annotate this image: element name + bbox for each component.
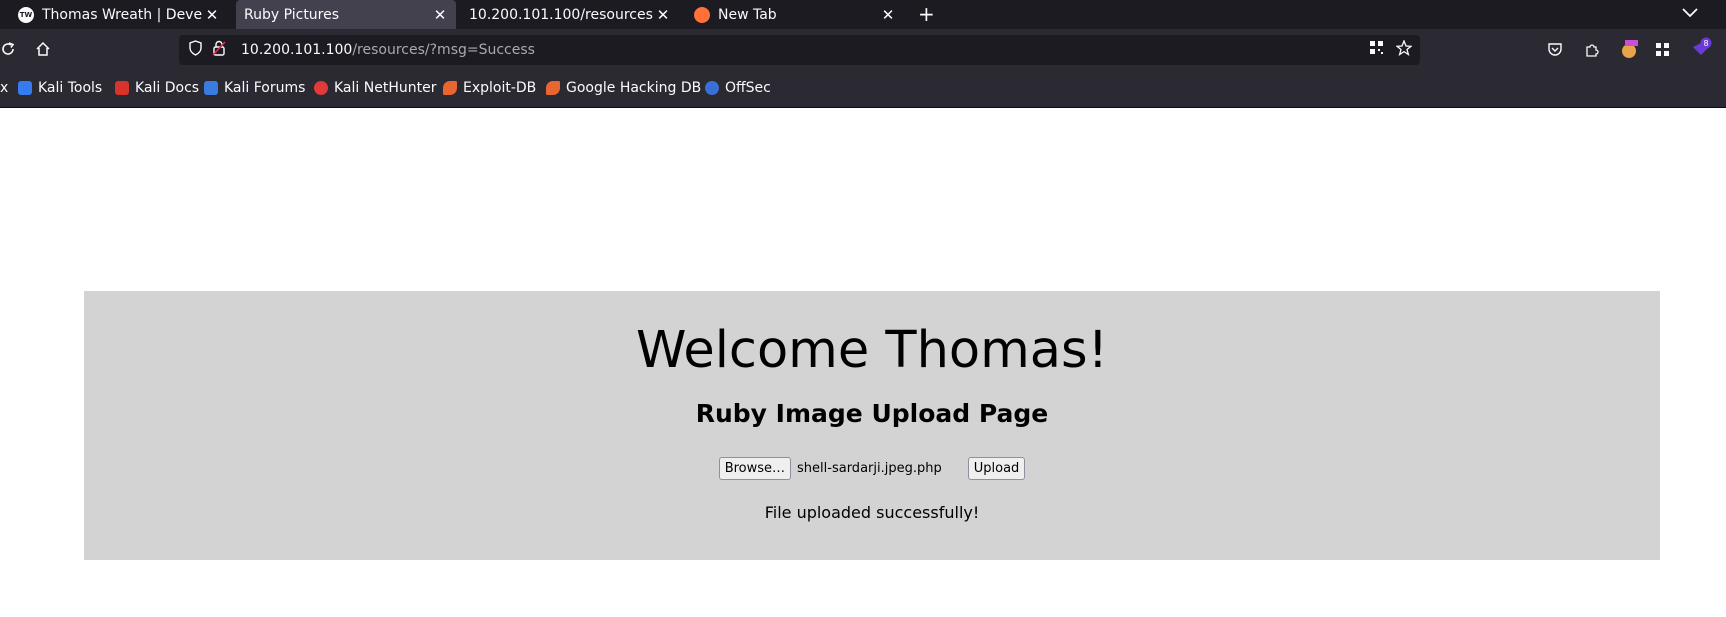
extension-badge-icon[interactable]: 8 bbox=[1689, 37, 1713, 59]
url-text[interactable]: 10.200.101.100/resources/?msg=Success bbox=[241, 42, 535, 58]
bookmarks-toolbar: x Kali Tools Kali Docs Kali Forums Kali … bbox=[0, 71, 1726, 108]
url-path: /resources/?msg=Success bbox=[352, 42, 535, 58]
bookmark-kali-nethunter[interactable]: Kali NetHunter bbox=[314, 80, 436, 96]
close-tab-icon[interactable]: ✕ bbox=[653, 6, 673, 24]
upload-button[interactable]: Upload bbox=[967, 457, 1026, 480]
tab-title: New Tab bbox=[718, 6, 777, 23]
offsec-icon bbox=[705, 81, 719, 95]
page-title: Welcome Thomas! bbox=[635, 321, 1109, 380]
bookmark-label: Kali NetHunter bbox=[334, 80, 437, 96]
bookmark-google-hacking-db[interactable]: Google Hacking DB bbox=[546, 80, 701, 96]
bookmark-star-icon[interactable] bbox=[1395, 39, 1413, 60]
page-subtitle: Ruby Image Upload Page bbox=[695, 399, 1049, 428]
tab-strip: TW Thomas Wreath | Develop ✕ Ruby Pictur… bbox=[0, 0, 1726, 29]
browse-button[interactable]: Browse… bbox=[718, 457, 792, 480]
new-tab-plus-icon[interactable]: + bbox=[918, 2, 935, 26]
pocket-icon[interactable] bbox=[1547, 42, 1563, 57]
bookmark-label: Kali Forums bbox=[224, 80, 306, 96]
bookmark-offsec[interactable]: OffSec bbox=[705, 80, 771, 96]
close-tab-icon[interactable]: ✕ bbox=[430, 6, 450, 24]
bookmark-label: Google Hacking DB bbox=[566, 80, 702, 96]
list-all-tabs-chevron-icon[interactable] bbox=[1682, 3, 1698, 22]
home-icon[interactable] bbox=[35, 41, 51, 57]
bookmark-exploit-db[interactable]: Exploit-DB bbox=[443, 80, 536, 96]
extension-badge-count: 8 bbox=[1703, 39, 1708, 48]
tw-logo-icon: TW bbox=[18, 6, 34, 23]
upload-panel: Welcome Thomas! Ruby Image Upload Page B… bbox=[84, 291, 1660, 560]
bookmark-label: x bbox=[0, 80, 9, 96]
shield-icon[interactable] bbox=[188, 40, 203, 60]
kali-nethunter-icon bbox=[314, 81, 328, 95]
bookmark-label: OffSec bbox=[725, 80, 771, 96]
apps-grid-icon[interactable] bbox=[1655, 42, 1670, 57]
tab-title: Ruby Pictures bbox=[244, 6, 340, 23]
bookmark-kali-tools[interactable]: Kali Tools bbox=[18, 80, 102, 96]
kali-tools-icon bbox=[18, 81, 32, 95]
selected-file-name: shell-sardarji.jpeg.php bbox=[797, 461, 942, 476]
exploit-db-icon bbox=[443, 81, 457, 95]
navigation-toolbar: 10.200.101.100/resources/?msg=Success 8 bbox=[0, 29, 1726, 71]
upload-form: Browse… shell-sardarji.jpeg.php Upload bbox=[84, 457, 1660, 480]
close-tab-icon[interactable]: ✕ bbox=[878, 6, 898, 24]
tab-thomas-wreath[interactable]: TW Thomas Wreath | Develop ✕ bbox=[10, 0, 228, 29]
bookmark-truncated[interactable]: x bbox=[0, 80, 8, 96]
tab-new-tab[interactable]: New Tab ✕ bbox=[686, 0, 904, 29]
url-host: 10.200.101.100 bbox=[241, 42, 353, 58]
qr-code-icon[interactable] bbox=[1369, 40, 1384, 59]
tab-resources-upload[interactable]: 10.200.101.100/resources/up ✕ bbox=[461, 0, 679, 29]
reload-icon[interactable] bbox=[0, 41, 16, 57]
kali-docs-icon bbox=[115, 81, 129, 95]
bookmark-label: Kali Docs bbox=[135, 80, 200, 96]
lock-insecure-icon[interactable] bbox=[212, 40, 226, 60]
firefox-icon bbox=[694, 6, 710, 23]
bookmark-label: Exploit-DB bbox=[463, 80, 537, 96]
ghdb-icon bbox=[546, 81, 560, 95]
bookmark-kali-forums[interactable]: Kali Forums bbox=[204, 80, 305, 96]
url-bar[interactable]: 10.200.101.100/resources/?msg=Success bbox=[179, 35, 1420, 65]
upload-status-message: File uploaded successfully! bbox=[764, 503, 980, 522]
tab-title: 10.200.101.100/resources/up bbox=[469, 6, 653, 23]
bookmark-kali-docs[interactable]: Kali Docs bbox=[115, 80, 199, 96]
tab-title: Thomas Wreath | Develop bbox=[42, 6, 202, 23]
close-tab-icon[interactable]: ✕ bbox=[202, 6, 222, 24]
extension-chib-icon[interactable] bbox=[1619, 39, 1639, 59]
extensions-puzzle-icon[interactable] bbox=[1584, 42, 1600, 58]
kali-forums-icon bbox=[204, 81, 218, 95]
bookmark-label: Kali Tools bbox=[38, 80, 103, 96]
tab-ruby-pictures[interactable]: Ruby Pictures ✕ bbox=[236, 0, 456, 29]
